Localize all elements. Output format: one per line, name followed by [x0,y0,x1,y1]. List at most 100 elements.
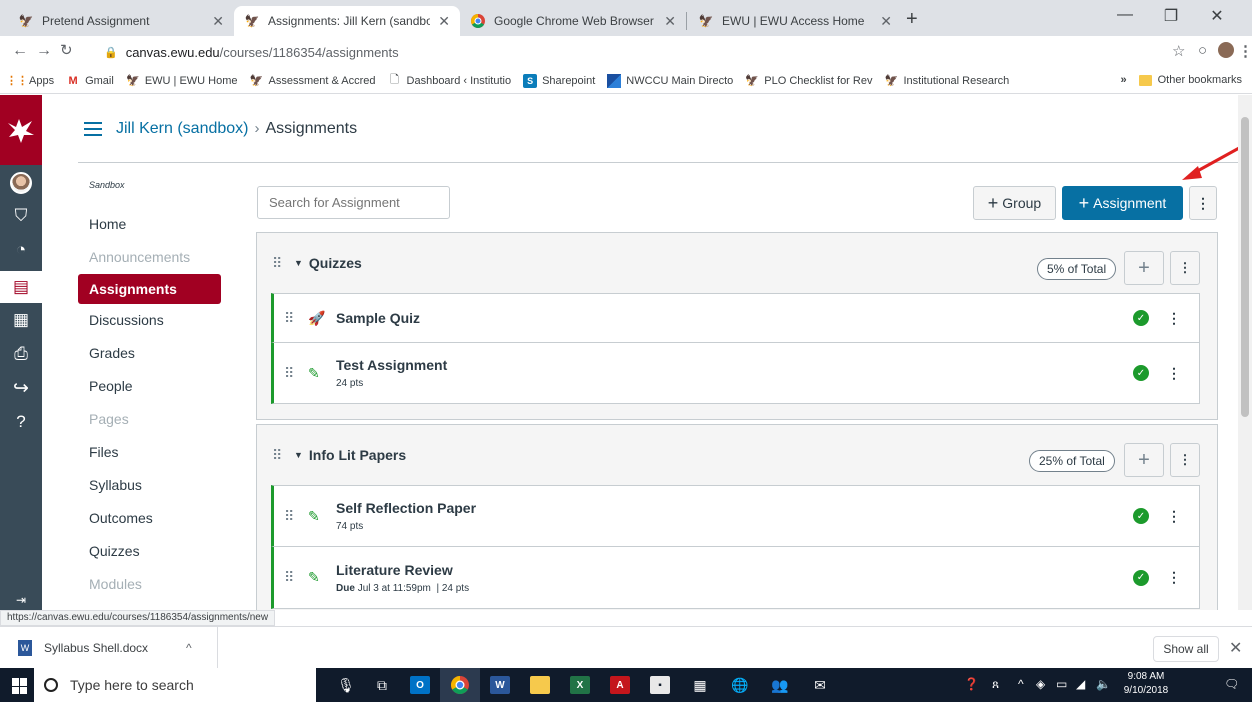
network-tray-icon[interactable]: ◈ [1036,677,1045,691]
address-bar[interactable]: 🔒 canvas.ewu.edu/courses/1186354/assignm… [104,41,1104,63]
bookmark-nwccu[interactable]: NWCCU Main Directo [607,73,733,88]
calendar-app-icon[interactable]: ▦ [680,668,720,702]
mail-app-icon[interactable]: ✉ [800,668,840,702]
ewu-eagle-logo[interactable] [0,95,42,165]
browser-tab[interactable]: 🦅 EWU | EWU Access Home ✕ [688,6,902,36]
browser-tab[interactable]: 🦅 Pretend Assignment ✕ [8,6,234,36]
battery-tray-icon[interactable]: ▭ [1056,677,1067,691]
collapse-caret-icon[interactable]: ▼ [294,258,303,268]
course-nav-pages[interactable]: Pages [78,403,228,436]
bookmark-ir[interactable]: 🦅 Institutional Research [884,74,1010,88]
bookmark-apps[interactable]: ⋮⋮ Apps [6,74,54,88]
bookmark-star-icon[interactable]: ☆ [1172,42,1185,60]
close-downloads-icon[interactable]: ✕ [1229,638,1242,658]
add-to-group-button[interactable]: + [1124,443,1164,477]
admin-shield-icon[interactable]: ⛉ [0,201,42,231]
course-nav-outcomes[interactable]: Outcomes [78,502,228,535]
acrobat-icon[interactable]: A [600,668,640,702]
course-nav-quizzes[interactable]: Quizzes [78,535,228,568]
published-check-icon[interactable]: ✓ [1133,569,1149,586]
assignment-title[interactable]: Test Assignment [336,357,447,373]
minimize-button[interactable]: — [1102,6,1148,24]
commons-arrow-icon[interactable]: ↪ [0,373,42,403]
new-tab-button[interactable]: + [906,8,918,31]
profile-avatar-icon[interactable] [1218,42,1234,62]
chrome-menu-icon[interactable]: ⋮ [1238,42,1252,60]
assignment-title[interactable]: Literature Review [336,562,469,578]
assignment-group-header[interactable]: ⠿ ▼ Quizzes 5% of Total + ⋮ [257,233,1217,293]
page-scrollbar[interactable] [1238,95,1252,610]
bookmark-ewu-home[interactable]: 🦅 EWU | EWU Home [126,74,238,88]
scrollbar-thumb[interactable] [1241,117,1249,417]
close-window-button[interactable]: ✕ [1194,6,1240,26]
globe-app-icon[interactable]: 🌐 [720,668,760,702]
drag-handle-icon[interactable]: ⠿ [272,447,288,464]
file-explorer-icon[interactable] [520,668,560,702]
back-arrow-icon[interactable]: ← [12,42,28,60]
chrome-taskbar-icon[interactable] [440,668,480,702]
drag-handle-icon[interactable]: ⠿ [284,569,300,586]
course-nav-grades[interactable]: Grades [78,337,228,370]
bookmark-plo[interactable]: 🦅 PLO Checklist for Rev [745,74,872,88]
task-view-icon[interactable]: ⧉ [362,668,402,702]
contacts-app-icon[interactable]: 👥 [760,668,800,702]
restore-button[interactable]: ❐ [1148,6,1194,26]
assignment-row[interactable]: ⠿ ✎ Self Reflection Paper 74 pts ✓ ⋮ [271,485,1200,547]
outlook-icon[interactable]: O [400,668,440,702]
course-nav-discussions[interactable]: Discussions [78,304,228,337]
course-nav-people[interactable]: People [78,370,228,403]
microphone-icon[interactable]: 🎙 [326,668,366,702]
more-options-button[interactable]: ⋮ [1189,186,1217,220]
course-nav-modules[interactable]: Modules [78,568,228,601]
word-icon[interactable]: W [480,668,520,702]
help-icon[interactable]: ? [0,407,42,437]
sticky-notes-icon[interactable]: ▪ [640,668,680,702]
course-nav-home[interactable]: Home [78,208,228,241]
assignment-options-button[interactable]: ⋮ [1167,569,1181,586]
windows-start-icon[interactable] [12,678,28,694]
assignment-options-button[interactable]: ⋮ [1167,365,1181,382]
assignment-options-button[interactable]: ⋮ [1167,508,1181,525]
drag-handle-icon[interactable]: ⠿ [272,255,288,272]
add-group-button[interactable]: + Group [973,186,1056,220]
courses-book-icon[interactable]: ▤ [0,271,42,303]
assignment-title[interactable]: Sample Quiz [336,310,420,326]
bookmark-dashboard[interactable]: 🗋 Dashboard ‹ Institutio [388,74,511,88]
taskbar-clock[interactable]: 9:08 AM 9/10/2018 [1116,670,1176,698]
course-nav-syllabus[interactable]: Syllabus [78,469,228,502]
browser-tab-active[interactable]: 🦅 Assignments: Jill Kern (sandbox) ✕ [234,6,460,36]
assignment-options-button[interactable]: ⋮ [1167,310,1181,327]
assignment-row[interactable]: ⠿ 🚀 Sample Quiz ✓ ⋮ [271,293,1200,343]
inbox-icon[interactable]: ⎙ [0,339,42,369]
browser-tab[interactable]: Google Chrome Web Browser ✕ [460,6,686,36]
volume-tray-icon[interactable]: 🔈 [1096,677,1111,691]
close-tab-icon[interactable]: ✕ [212,13,224,30]
assignment-row[interactable]: ⠿ ✎ Test Assignment 24 pts ✓ ⋮ [271,343,1200,404]
close-tab-icon[interactable]: ✕ [664,13,676,30]
help-tray-icon[interactable]: ❓ [964,677,979,691]
calendar-icon[interactable]: ▦ [0,305,42,335]
close-tab-icon[interactable]: ✕ [438,13,450,30]
assignment-search-input[interactable] [257,186,450,219]
taskbar-search-box[interactable]: Type here to search [34,668,316,702]
course-nav-files[interactable]: Files [78,436,228,469]
hamburger-menu-icon[interactable] [84,121,102,136]
account-avatar[interactable] [0,168,42,198]
add-assignment-button[interactable]: + Assignment [1062,186,1183,220]
excel-icon[interactable]: X [560,668,600,702]
download-item[interactable]: W Syllabus Shell.docx ^ [10,627,218,669]
published-check-icon[interactable]: ✓ [1133,310,1149,326]
assignment-group-header[interactable]: ⠿ ▼ Info Lit Papers 25% of Total + ⋮ [257,425,1217,485]
notifications-icon[interactable]: 🗨 [1224,677,1239,691]
extension-icon[interactable]: ○ [1198,42,1207,59]
group-options-button[interactable]: ⋮ [1170,251,1200,285]
forward-arrow-icon[interactable]: → [36,42,52,60]
close-tab-icon[interactable]: ✕ [880,13,892,30]
bookmark-gmail[interactable]: M Gmail [66,74,113,88]
course-nav-announcements[interactable]: Announcements [78,241,228,274]
drag-handle-icon[interactable]: ⠿ [284,310,300,327]
show-all-downloads-button[interactable]: Show all [1153,636,1219,662]
assignment-row[interactable]: ⠿ ✎ Literature Review Due Jul 3 at 11:59… [271,547,1200,609]
published-check-icon[interactable]: ✓ [1133,365,1149,381]
course-nav-assignments[interactable]: Assignments [78,274,221,304]
